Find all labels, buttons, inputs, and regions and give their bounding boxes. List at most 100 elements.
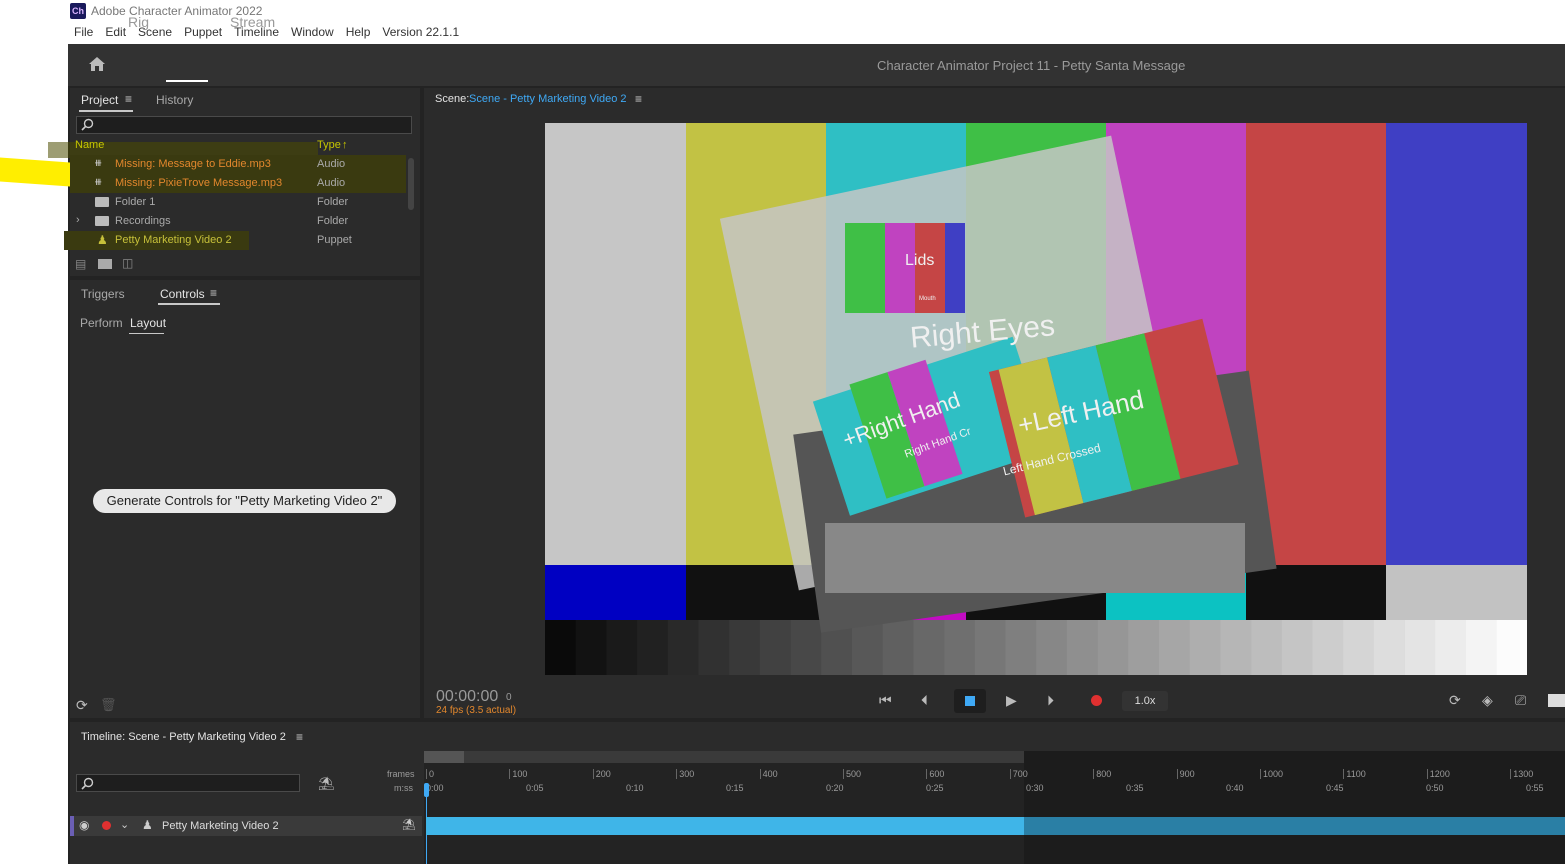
item-name: Petty Marketing Video 2 [115,234,232,246]
eye-icon[interactable]: ◉ [79,818,89,832]
panel-menu-icon[interactable]: ≡ [635,92,642,106]
tab-controls[interactable]: Controls [160,287,205,301]
ramp-step [1189,620,1221,675]
project-search-input[interactable] [76,116,412,134]
time-tick-label: 0:35 [1126,783,1144,793]
frame-tick-label: 800 [1093,769,1111,779]
trash-icon[interactable]: 🗑 [100,697,117,713]
frame-tick-label: 1300 [1510,769,1533,779]
work-area-handle[interactable] [424,751,464,763]
timeline-search-input[interactable] [76,774,300,792]
frame-tick-label: 1000 [1260,769,1283,779]
search-icon [81,777,94,790]
tab-stream[interactable]: Stream [230,14,275,30]
panel-menu-icon[interactable]: ≡ [296,730,303,744]
scene-name-link[interactable]: Scene - Petty Marketing Video 2 [469,93,627,105]
track-bar[interactable] [426,817,1024,835]
tab-rig[interactable]: Rig [128,14,149,30]
scene-canvas[interactable]: Lids Right Eyes +Right Hand Right Hand C… [545,123,1527,675]
frame-tick-label: 300 [676,769,694,779]
tab-history[interactable]: History [156,93,193,107]
tab-record[interactable]: Record [167,14,212,30]
new-folder-icon[interactable] [98,259,112,269]
ramp-step [1496,620,1527,675]
ramp-step [545,620,576,675]
ramp-step [1251,620,1283,675]
tab-triggers[interactable]: Triggers [81,287,125,301]
ramp-step [637,620,669,675]
timeline-end-region [1024,751,1565,864]
record-arm-icon[interactable] [102,821,111,830]
frame-tick-label: 600 [926,769,944,779]
frame-tick-label: 700 [1009,769,1028,779]
frame-tick-label: 400 [759,769,778,779]
audio-icon: ⧻ [94,177,103,188]
track-name: Petty Marketing Video 2 [162,820,279,832]
fullscreen-icon[interactable] [1548,694,1565,707]
ramp-step [1066,620,1098,675]
grayscale-ramp [545,620,1527,675]
sort-up-icon: ↑ [342,139,348,151]
home-icon[interactable] [88,56,106,72]
chevron-down-icon[interactable]: ⌄ [120,818,129,831]
tab-record-underline [166,80,208,82]
track-header[interactable]: ◉ ⌄ ♟ Petty Marketing Video 2 ⛱ [70,816,422,836]
panel-menu-icon[interactable]: ≡ [125,92,132,106]
go-to-start-icon[interactable]: ⏮ [879,692,892,709]
ramp-step [1159,620,1190,675]
puppet-track-icon[interactable]: ⛱ [402,818,416,831]
play-icon[interactable]: ▶ [1006,692,1017,709]
refresh-icon[interactable]: ⟳ [76,697,88,714]
menu-file[interactable]: File [74,22,93,42]
menu-edit[interactable]: Edit [105,22,126,42]
track-bar-extension[interactable] [1024,817,1565,835]
label-mouth: Mouth [919,296,936,302]
playhead[interactable] [424,783,429,797]
frame-tick-label: 200 [592,769,611,779]
column-type[interactable]: Type [317,139,341,151]
list-item[interactable]: ♟ Petty Marketing Video 2 Puppet [64,231,406,250]
step-forward-icon[interactable]: ⏵ [1047,692,1054,709]
ramp-step [1005,620,1037,675]
ramp-step [1404,620,1436,675]
puppet-track-icon[interactable]: ⛱ [318,776,335,792]
subtab-perform[interactable]: Perform [80,316,123,330]
frame-tick-label: 900 [1176,769,1195,779]
chevron-right-icon[interactable]: › [76,214,80,226]
menu-help[interactable]: Help [346,22,371,42]
playback-speed[interactable]: 1.0x [1122,691,1168,711]
list-item[interactable]: ⧻ Missing: Message to Eddie.mp3 Audio [70,155,406,174]
frame-tick-label: 100 [509,769,527,779]
stop-button[interactable] [954,689,986,713]
list-item[interactable]: › Recordings Folder [70,212,406,231]
scrollbar[interactable] [408,158,414,210]
menu-window[interactable]: Window [291,22,334,42]
loop-icon[interactable]: ⟳ [1449,692,1461,709]
ramp-step [882,620,914,675]
item-name: Missing: PixieTrove Message.mp3 [115,177,283,189]
camera-input-icon[interactable]: ◈ [1482,692,1493,709]
time-tick-label: 0:45 [1326,783,1344,793]
record-button[interactable] [1091,695,1102,706]
item-type: Folder [317,215,349,227]
list-item[interactable]: Folder 1 Folder [70,193,406,212]
frame-display: 0 [506,692,512,703]
tab-controls-underline [158,303,220,305]
frame-tick-label: 1200 [1426,769,1450,779]
work-area-bar[interactable] [424,751,1024,763]
step-back-icon[interactable]: ⏴ [921,692,928,709]
tab-project[interactable]: Project [81,93,118,107]
time-tick-label: 0:15 [726,783,744,793]
panel-menu-icon[interactable]: ≡ [210,286,217,300]
new-item-icon[interactable]: ◫ [122,256,133,270]
generate-controls-button[interactable]: Generate Controls for "Petty Marketing V… [93,489,396,513]
column-name[interactable]: Name [75,139,104,151]
frame-tick-label: 500 [843,769,861,779]
time-tick-label: 0:25 [926,783,944,793]
subtab-layout[interactable]: Layout [130,316,166,330]
list-item[interactable]: ⧻ Missing: PixieTrove Message.mp3 Audio [70,174,406,193]
stream-output-icon[interactable]: ⎚ [1515,692,1526,709]
item-name: Missing: Message to Eddie.mp3 [115,158,271,170]
new-scene-icon[interactable]: ▤ [75,257,86,271]
ramp-step [729,620,761,675]
